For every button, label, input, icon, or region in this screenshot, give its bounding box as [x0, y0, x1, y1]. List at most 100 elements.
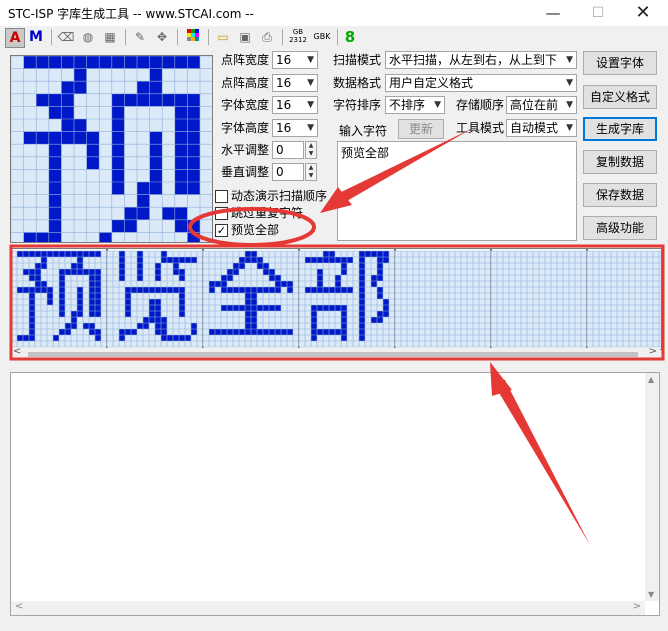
scrollbar-thumb[interactable]	[28, 352, 638, 357]
preview-glyph-pixel	[89, 305, 95, 311]
preview-glyph-pixel	[221, 275, 227, 281]
preview-glyph-pixel	[47, 299, 53, 305]
preview-glyph-pixel	[239, 305, 245, 311]
save-data-button[interactable]: 保存数据	[583, 183, 657, 207]
fill-icon[interactable]: ◍	[79, 28, 97, 46]
preview-glyph-pixel	[53, 335, 59, 341]
minimize-icon[interactable]: —	[530, 0, 576, 26]
preview-glyph-pixel	[77, 293, 83, 299]
preview-glyph-pixel	[95, 287, 101, 293]
open-folder-icon[interactable]: ▭	[214, 28, 232, 46]
h-adjust-stepper[interactable]: ▲ ▼	[305, 141, 317, 159]
scroll-right-icon[interactable]: >	[633, 601, 641, 612]
v-adjust-input[interactable]: 0	[272, 163, 304, 181]
preview-glyph-pixel	[221, 305, 227, 311]
preview-glyph-pixel	[311, 317, 317, 323]
preview-glyph-pixel	[251, 293, 257, 299]
scroll-left-icon[interactable]: <	[15, 601, 23, 612]
palette-icon[interactable]	[184, 28, 202, 46]
output-textarea[interactable]: ▲ ▼ < >	[10, 372, 660, 616]
output-hscrollbar[interactable]: < >	[11, 601, 645, 615]
pixel-editor-grid[interactable]	[10, 55, 213, 243]
generate-font-button[interactable]: 生成字库	[583, 117, 657, 141]
preview-glyph-pixel	[119, 269, 125, 275]
preview-glyph-pixel	[173, 287, 179, 293]
font-a-icon[interactable]: A	[5, 28, 25, 48]
set-font-button[interactable]: 设置字体	[583, 51, 657, 75]
h-adjust-input[interactable]: 0	[272, 141, 304, 159]
preview-glyph-pixel	[263, 287, 269, 293]
scroll-down-icon[interactable]: ▼	[648, 590, 654, 599]
advanced-button[interactable]: 高级功能	[583, 216, 657, 240]
preview-glyph-pixel	[341, 323, 347, 329]
editor-glyph-pixel	[149, 81, 163, 94]
dot-width-select[interactable]: 16 ▼	[272, 51, 318, 69]
editor-glyph-pixel	[174, 207, 188, 220]
preview-glyph-pixel	[215, 329, 221, 335]
char-sort-select[interactable]: 不排序 ▼	[385, 96, 445, 114]
preview-scrollbar[interactable]: < >	[10, 346, 660, 360]
preview-glyph-pixel	[371, 317, 377, 323]
preview-glyph-pixel	[377, 311, 383, 317]
update-button[interactable]: 更新	[398, 119, 444, 139]
pencil-icon[interactable]: ✎	[131, 28, 149, 46]
scan-mode-select[interactable]: 水平扫描，从左到右，从上到下 ▼	[385, 51, 577, 69]
pixel-editor-canvas[interactable]	[11, 56, 212, 242]
preview-glyph-pixel	[35, 281, 41, 287]
preview-glyph-pixel	[143, 287, 149, 293]
move-icon[interactable]: ✥	[153, 28, 171, 46]
copy-data-button[interactable]: 复制数据	[583, 150, 657, 174]
preview-glyph-pixel	[89, 299, 95, 305]
gbk-icon[interactable]: GBK	[310, 28, 334, 46]
data-format-select[interactable]: 用户自定义格式 ▼	[385, 74, 577, 92]
stamp-icon[interactable]: ▦	[101, 28, 119, 46]
editor-glyph-pixel	[111, 169, 125, 182]
input-char-textarea[interactable]: 预览全部	[337, 141, 577, 241]
preview-glyph-pixel	[335, 329, 341, 335]
preview-glyph-pixel	[35, 263, 41, 269]
close-icon[interactable]: ✕	[620, 0, 666, 26]
skip-duplicate-checkbox[interactable]	[215, 207, 228, 220]
dot-height-select[interactable]: 16 ▼	[272, 74, 318, 92]
preview-glyph-pixel	[119, 329, 125, 335]
dynamic-scan-checkbox[interactable]	[215, 190, 228, 203]
preview-glyph-pixel	[89, 329, 95, 335]
font-height-select[interactable]: 16 ▼	[272, 119, 318, 137]
editor-glyph-pixel	[174, 182, 188, 195]
scroll-up-icon[interactable]: ▲	[648, 375, 654, 384]
preview-glyph-pixel	[179, 299, 185, 305]
preview-glyph-pixel	[359, 311, 365, 317]
preview-glyph-pixel	[35, 251, 41, 257]
gb2312-icon[interactable]: GB 2312	[287, 28, 309, 46]
scroll-right-icon[interactable]: >	[649, 346, 657, 357]
tool-mode-select[interactable]: 自动模式 ▼	[506, 119, 577, 137]
editor-glyph-pixel	[174, 169, 188, 182]
preview-glyph-pixel	[335, 275, 341, 281]
v-adjust-stepper[interactable]: ▲ ▼	[305, 163, 317, 181]
preview-glyph-pixel	[29, 299, 35, 305]
save-icon[interactable]: ▣	[236, 28, 254, 46]
eraser-icon[interactable]: ⌫	[57, 28, 75, 46]
preview-glyph-pixel	[137, 251, 143, 257]
preview-glyph-pixel	[233, 269, 239, 275]
preview-glyph-pixel	[161, 323, 167, 329]
preview-glyph-pixel	[59, 269, 65, 275]
print-icon[interactable]: ⎙	[258, 28, 276, 46]
digit-8-icon[interactable]: 8	[341, 28, 359, 46]
font-m-icon[interactable]: M	[27, 28, 45, 46]
glyph-preview-strip[interactable]	[10, 248, 662, 350]
custom-format-button[interactable]: 自定义格式	[583, 85, 657, 109]
preview-glyph-pixel	[233, 329, 239, 335]
editor-glyph-pixel	[149, 131, 163, 145]
preview-glyph-pixel	[371, 275, 377, 281]
chevron-down-icon: ▼	[307, 100, 314, 110]
preview-all-checkbox[interactable]: ✓	[215, 224, 228, 237]
editor-glyph-pixel	[74, 81, 87, 94]
editor-glyph-pixel	[149, 68, 163, 82]
maximize-icon[interactable]: ☐	[575, 0, 621, 26]
font-width-select[interactable]: 16 ▼	[272, 96, 318, 114]
preview-glyph-pixel	[83, 323, 89, 329]
output-vscrollbar[interactable]: ▲ ▼	[645, 373, 659, 601]
scroll-left-icon[interactable]: <	[13, 346, 21, 357]
storage-order-select[interactable]: 高位在前 ▼	[506, 96, 577, 114]
